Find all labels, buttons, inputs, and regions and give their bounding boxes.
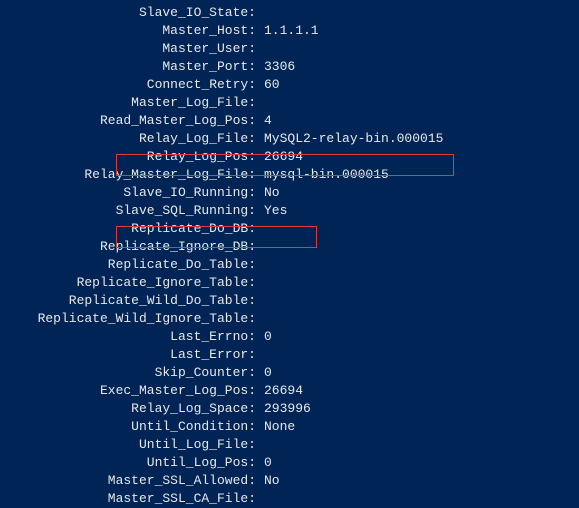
field-label: Last_Error: — [0, 346, 260, 364]
field-value — [260, 94, 264, 112]
status-row: Master_SSL_CA_File: — [0, 490, 579, 508]
status-row: Slave_SQL_Running:Yes — [0, 202, 579, 220]
field-value: 0 — [260, 454, 272, 472]
field-label: Slave_IO_Running: — [0, 184, 260, 202]
field-label: Replicate_Wild_Ignore_Table: — [0, 310, 260, 328]
field-label: Read_Master_Log_Pos: — [0, 112, 260, 130]
field-label: Relay_Log_Space: — [0, 400, 260, 418]
status-row: Master_Host:1.1.1.1 — [0, 22, 579, 40]
field-value: 4 — [260, 112, 272, 130]
field-value: MySQL2-relay-bin.000015 — [260, 130, 443, 148]
field-value: 1.1.1.1 — [260, 22, 319, 40]
status-row: Connect_Retry:60 — [0, 76, 579, 94]
field-value — [260, 256, 264, 274]
status-row: Relay_Log_Pos:26694 — [0, 148, 579, 166]
field-label: Relay_Master_Log_File: — [0, 166, 260, 184]
status-row: Master_SSL_Allowed:No — [0, 472, 579, 490]
field-value: 293996 — [260, 400, 311, 418]
status-row: Master_User: — [0, 40, 579, 58]
status-row: Slave_IO_State: — [0, 4, 579, 22]
field-value — [260, 310, 264, 328]
field-value — [260, 274, 264, 292]
field-label: Replicate_Wild_Do_Table: — [0, 292, 260, 310]
field-value — [260, 292, 264, 310]
status-row: Relay_Log_Space:293996 — [0, 400, 579, 418]
status-row: Until_Log_Pos:0 — [0, 454, 579, 472]
field-value: 0 — [260, 328, 272, 346]
field-value: No — [260, 184, 280, 202]
status-row: Exec_Master_Log_Pos:26694 — [0, 382, 579, 400]
field-label: Replicate_Ignore_DB: — [0, 238, 260, 256]
status-row: Replicate_Ignore_DB: — [0, 238, 579, 256]
status-row: Master_Port:3306 — [0, 58, 579, 76]
status-row: Replicate_Wild_Do_Table: — [0, 292, 579, 310]
status-row: Relay_Master_Log_File:mysql-bin.000015 — [0, 166, 579, 184]
field-label: Replicate_Do_DB: — [0, 220, 260, 238]
field-value: 26694 — [260, 148, 303, 166]
field-value: No — [260, 472, 280, 490]
field-value: 60 — [260, 76, 280, 94]
field-value: 26694 — [260, 382, 303, 400]
field-label: Master_User: — [0, 40, 260, 58]
status-row: Replicate_Do_Table: — [0, 256, 579, 274]
field-label: Connect_Retry: — [0, 76, 260, 94]
field-label: Master_Port: — [0, 58, 260, 76]
status-row: Replicate_Wild_Ignore_Table: — [0, 310, 579, 328]
field-value — [260, 220, 264, 238]
status-row: Replicate_Ignore_Table: — [0, 274, 579, 292]
status-row: Relay_Log_File:MySQL2-relay-bin.000015 — [0, 130, 579, 148]
status-row: Last_Error: — [0, 346, 579, 364]
field-value — [260, 40, 264, 58]
field-value: Yes — [260, 202, 287, 220]
status-row: Until_Log_File: — [0, 436, 579, 454]
status-row: Slave_IO_Running:No — [0, 184, 579, 202]
field-label: Until_Condition: — [0, 418, 260, 436]
field-value — [260, 238, 264, 256]
field-label: Replicate_Ignore_Table: — [0, 274, 260, 292]
status-row: Skip_Counter:0 — [0, 364, 579, 382]
field-value — [260, 4, 264, 22]
status-row: Master_Log_File: — [0, 94, 579, 112]
field-label: Master_SSL_Allowed: — [0, 472, 260, 490]
status-row: Until_Condition:None — [0, 418, 579, 436]
field-value: None — [260, 418, 295, 436]
status-row: Read_Master_Log_Pos:4 — [0, 112, 579, 130]
field-label: Master_Host: — [0, 22, 260, 40]
field-label: Relay_Log_Pos: — [0, 148, 260, 166]
field-value — [260, 346, 264, 364]
field-label: Until_Log_Pos: — [0, 454, 260, 472]
field-value — [260, 490, 264, 508]
status-row: Replicate_Do_DB: — [0, 220, 579, 238]
terminal-output: Slave_IO_State:Master_Host:1.1.1.1Master… — [0, 4, 579, 508]
field-label: Relay_Log_File: — [0, 130, 260, 148]
field-label: Exec_Master_Log_Pos: — [0, 382, 260, 400]
field-label: Skip_Counter: — [0, 364, 260, 382]
field-label: Until_Log_File: — [0, 436, 260, 454]
field-label: Replicate_Do_Table: — [0, 256, 260, 274]
status-row: Last_Errno:0 — [0, 328, 579, 346]
field-label: Master_Log_File: — [0, 94, 260, 112]
field-label: Master_SSL_CA_File: — [0, 490, 260, 508]
field-value: 3306 — [260, 58, 295, 76]
field-value: 0 — [260, 364, 272, 382]
field-value: mysql-bin.000015 — [260, 166, 389, 184]
field-label: Slave_IO_State: — [0, 4, 260, 22]
field-label: Slave_SQL_Running: — [0, 202, 260, 220]
field-value — [260, 436, 264, 454]
field-label: Last_Errno: — [0, 328, 260, 346]
